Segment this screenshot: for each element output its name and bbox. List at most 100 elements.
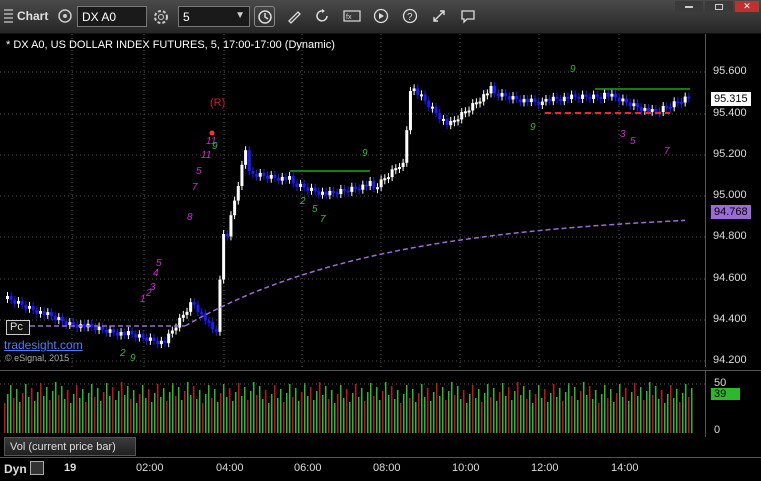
clock-icon[interactable] [254,6,275,27]
candle-body [306,187,310,191]
grip-icon[interactable] [4,9,13,23]
volume-bar [676,389,678,433]
close-icon[interactable]: ✕ [735,1,759,12]
volume-bar [556,397,558,433]
time-tick-label: 12:00 [531,462,559,474]
interval-select[interactable]: 5 ▼ [178,6,250,27]
volume-bar [259,386,261,433]
volume-bar [532,403,534,433]
volume-bar [139,394,141,433]
candle-body [364,184,368,187]
volume-bar [370,383,372,433]
candle-body [683,96,687,103]
time-tick-label: 10:00 [452,462,480,474]
candle-body [332,191,336,193]
volume-bar [670,385,672,433]
chart-toolbar: Chart DX A0 5 ▼ fx ? ✕ [0,0,761,34]
help-icon[interactable]: ? [401,7,419,25]
candle-body [218,279,222,332]
volume-bar [538,385,540,433]
sequential-count-marker: 5 [156,258,162,269]
volume-bar [673,398,675,433]
svg-text:fx: fx [346,14,352,21]
volume-bar [481,402,483,433]
volume-bar [430,401,432,433]
volume-bar [598,403,600,433]
volume-bar [10,385,12,433]
time-tick-label: 04:00 [216,462,244,474]
candle-body [108,329,112,333]
candle-body [559,99,563,102]
sequential-count-marker: 5 [312,204,318,215]
sequential-count-marker: 7 [320,214,326,225]
volume-bar [472,385,474,433]
candle-body [434,106,438,113]
candle-body [449,121,453,126]
price-chart[interactable]: (R) 1 2 3 4 5 8 7 5 11 11 3 5 7 2 9 2 5 7 9 9 9 9 [0,34,705,367]
minimize-button[interactable] [675,1,703,12]
svg-text:?: ? [407,12,413,23]
volume-bar [313,400,315,433]
symbol-input[interactable]: DX A0 [77,6,147,27]
last-price-badge: 95.315 [711,92,751,106]
candle-body [255,173,259,177]
candle-body [57,317,61,320]
candle-body [236,186,240,201]
volume-bar [514,391,516,433]
candle-body [427,100,431,107]
volume-bar [646,391,648,433]
candle-body [200,312,204,315]
candle-body [533,98,537,102]
chart-title: * DX A0, US DOLLAR INDEX FUTURES, 5, 17:… [6,39,335,51]
volume-bar [136,403,138,433]
chevron-down-icon: ▼ [235,10,245,21]
volume-study-label[interactable]: Vol (current price bar) [4,437,136,456]
play-icon[interactable] [372,7,390,25]
price-tick-label: 94.200 [713,354,747,366]
volume-bar [28,397,30,433]
volume-bar [235,392,237,433]
expand-icon[interactable] [430,7,448,25]
candle-body [577,96,581,99]
sequential-count-marker: 9 [130,353,136,364]
volume-bar [547,402,549,433]
candle-body [324,191,328,196]
volume-bar [232,401,234,433]
indicator-icon[interactable]: fx [342,7,362,25]
refresh-icon[interactable] [313,7,331,25]
volume-bar [274,385,276,433]
volume-bar [298,401,300,433]
volume-bar [613,402,615,433]
candle-body [467,110,471,113]
volume-bar [508,387,510,433]
maximize-button[interactable] [705,1,733,12]
candle-body [101,326,105,330]
volume-bar [109,396,111,433]
volume-bar [562,401,564,433]
volume-bar [418,393,420,433]
volume-bar [334,403,336,433]
candle-body [628,102,632,107]
dyn-settings-icon[interactable] [30,461,44,475]
time-tick-label: 14:00 [611,462,639,474]
gear-icon[interactable] [151,7,171,27]
volume-bar [61,386,63,433]
volume-bar [664,403,666,433]
volume-bar [121,382,123,433]
candle-body [496,93,500,97]
volume-bar [571,396,573,433]
volume-pane[interactable] [0,370,705,437]
link-icon[interactable] [57,8,73,24]
tradesight-link[interactable]: tradesight.com [4,338,83,352]
pencil-icon[interactable] [285,7,303,25]
volume-bar [211,398,213,433]
comment-icon[interactable] [459,7,477,25]
sequential-count-marker: 7 [664,146,670,157]
interval-value: 5 [183,10,190,24]
candle-body [46,312,50,315]
candle-body [460,112,464,120]
volume-bar [490,397,492,433]
candle-body [174,327,178,331]
volume-bar [70,403,72,433]
pc-badge[interactable]: Pc [6,320,30,335]
